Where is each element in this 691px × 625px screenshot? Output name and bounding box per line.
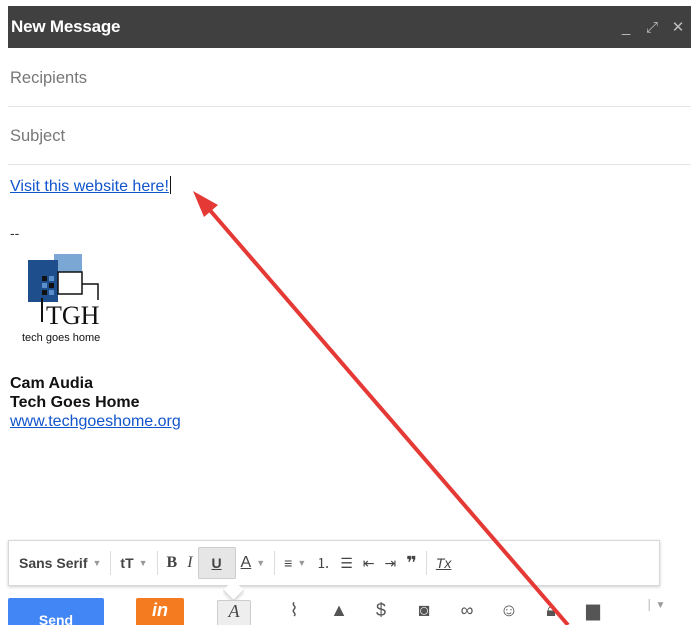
window-title: New Message xyxy=(11,17,121,36)
formatting-options-button[interactable]: A xyxy=(217,600,251,625)
italic-button[interactable]: I xyxy=(182,548,197,578)
underline-button[interactable]: U xyxy=(197,547,236,579)
formatting-toolbar: Sans Serif ▼ tT ▼ B I U A ▼ ≡ ▼ ⒈ ☰ ⇤ ⇥ ❞ Tx xyxy=(8,540,660,586)
minimize-icon[interactable]: _ xyxy=(613,19,639,36)
signature-url[interactable]: www.techgoeshome.org xyxy=(10,413,181,430)
drive-icon[interactable]: ▲ xyxy=(328,600,350,625)
align-left-icon: ≡ xyxy=(284,555,293,571)
subject-field[interactable]: Subject xyxy=(8,108,691,165)
subject-placeholder: Subject xyxy=(10,126,66,145)
text-color-icon: A xyxy=(240,554,252,571)
signature-separator: -- xyxy=(10,225,20,241)
signature-name: Cam Audia xyxy=(10,375,93,392)
trash-icon[interactable]: ▆ xyxy=(582,600,604,625)
font-size-select[interactable]: tT ▼ xyxy=(115,548,152,578)
in-button[interactable]: in xyxy=(136,598,184,625)
more-options-icon[interactable]: │ ▼ xyxy=(636,600,676,625)
text-cursor xyxy=(169,176,171,194)
numbered-list-icon[interactable]: ⒈ xyxy=(311,548,335,578)
remove-formatting-icon[interactable]: Tx xyxy=(431,548,457,578)
recipients-field[interactable]: Recipients xyxy=(8,50,691,107)
indent-less-icon[interactable]: ⇤ xyxy=(358,548,380,578)
bold-button[interactable]: B xyxy=(162,548,183,578)
emoji-icon[interactable]: ☺ xyxy=(497,600,521,625)
body-link[interactable]: Visit this website here! xyxy=(10,178,169,195)
link-icon[interactable]: ∞ xyxy=(455,600,479,625)
font-family-select[interactable]: Sans Serif ▼ xyxy=(9,548,106,578)
paperclip-icon[interactable]: ⌇ xyxy=(283,600,305,625)
quote-icon[interactable]: ❞ xyxy=(401,548,422,578)
font-family-label: Sans Serif xyxy=(19,555,88,571)
camera-icon[interactable]: ◙ xyxy=(412,600,436,625)
indent-more-icon[interactable]: ⇥ xyxy=(380,548,402,578)
text-color-select[interactable]: A ▼ xyxy=(236,548,271,578)
signature-block: Cam Audia Tech Goes Home www.techgoeshom… xyxy=(10,374,181,431)
tgh-logo: TGH tech goes home xyxy=(18,246,148,346)
align-select[interactable]: ≡ ▼ xyxy=(279,548,311,578)
text-size-icon: tT xyxy=(120,555,134,571)
logo-subtitle: tech goes home xyxy=(22,332,100,344)
bulleted-list-icon[interactable]: ☰ xyxy=(335,548,358,578)
compose-title-bar[interactable]: New Message _ ⤢ ✕ xyxy=(8,6,691,48)
send-button[interactable]: Send xyxy=(8,598,104,625)
close-icon[interactable]: ✕ xyxy=(665,18,691,36)
message-body[interactable]: Visit this website here! xyxy=(10,176,685,196)
signature-org: Tech Goes Home xyxy=(10,394,140,411)
expand-icon[interactable]: ⤢ xyxy=(639,19,665,36)
recipients-placeholder: Recipients xyxy=(10,68,88,87)
compose-bottom-toolbar: Send in A ⌇ ▲ $ ◙ ∞ ☺ 🔒︎ ▆ │ ▼ xyxy=(0,598,691,625)
lock-icon[interactable]: 🔒︎ xyxy=(540,600,562,625)
dollar-icon[interactable]: $ xyxy=(370,600,392,625)
logo-text: TGH xyxy=(46,301,100,330)
